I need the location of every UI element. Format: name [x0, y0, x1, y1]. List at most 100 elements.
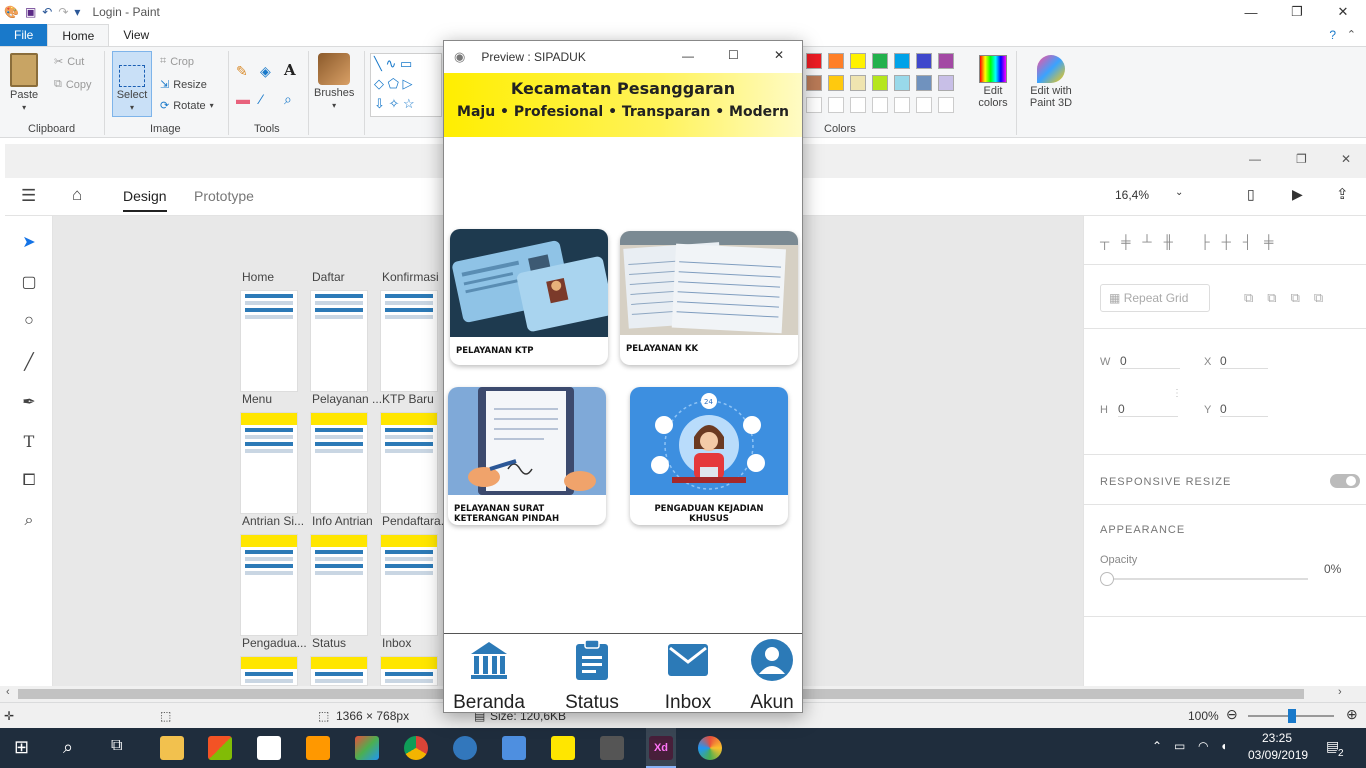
preview-maximize-button[interactable]: ☐ — [728, 48, 739, 62]
empty-color-swatch[interactable] — [806, 97, 822, 113]
artboard-thumbnail[interactable] — [240, 290, 298, 392]
store-icon[interactable] — [208, 736, 232, 760]
close-button[interactable]: ✕ — [1320, 0, 1366, 24]
preview-minimize-button[interactable]: — — [682, 49, 694, 63]
nav-akun[interactable]: Akun — [744, 638, 800, 714]
text-icon[interactable]: A — [284, 61, 296, 79]
artboard-thumbnail[interactable] — [310, 412, 368, 514]
color-swatch[interactable] — [894, 75, 910, 91]
shapes-gallery[interactable]: ╲ ∿ ▭ ◇ ⬠ ▷ ⇩ ✧ ☆ — [370, 53, 442, 117]
tab-design[interactable]: Design — [123, 188, 167, 212]
device-preview-icon[interactable]: ▯ — [1247, 186, 1255, 203]
color-swatch[interactable] — [806, 53, 822, 69]
color-swatch[interactable] — [850, 75, 866, 91]
home-icon[interactable]: ⌂ — [72, 185, 82, 205]
nav-inbox[interactable]: Inbox — [658, 638, 718, 714]
responsive-resize-toggle[interactable] — [1330, 474, 1360, 488]
help-icon[interactable]: ? — [1329, 28, 1336, 42]
artboard-thumbnail[interactable] — [240, 656, 298, 686]
w-input[interactable]: 0 — [1120, 354, 1180, 369]
rotate-button[interactable]: ⟳ Rotate ▾ — [160, 99, 214, 113]
cut-button[interactable]: ✂ Cut — [54, 55, 84, 69]
wifi-icon[interactable]: ◠ — [1198, 739, 1208, 753]
color-swatch[interactable] — [828, 53, 844, 69]
rectangle-tool-icon[interactable]: ▢ — [5, 272, 53, 292]
artboard-thumbnail[interactable] — [380, 656, 438, 686]
play-icon[interactable]: ▶ — [1292, 186, 1303, 203]
color-swatch[interactable] — [916, 53, 932, 69]
artboard-tool-icon[interactable]: ⧠ — [5, 472, 53, 490]
text-tool-icon[interactable]: T — [5, 432, 53, 451]
artboard-label[interactable]: Menu — [242, 392, 272, 406]
artboard-thumbnail[interactable] — [380, 290, 438, 392]
opacity-slider[interactable] — [1100, 572, 1308, 586]
tab-home[interactable]: Home — [47, 24, 110, 46]
edge-icon[interactable] — [453, 736, 477, 760]
tab-prototype[interactable]: Prototype — [194, 188, 254, 204]
mail-icon[interactable] — [257, 736, 281, 760]
artboard-label[interactable]: Antrian Si... — [242, 514, 304, 528]
color-swatch[interactable] — [894, 53, 910, 69]
artboard-thumbnail[interactable] — [310, 534, 368, 636]
redo-icon[interactable]: ↷ — [58, 5, 68, 19]
service-card-kk[interactable]: PELAYANAN KK — [620, 231, 798, 365]
zoom-dropdown-icon[interactable]: ⌄ — [1175, 187, 1183, 198]
boolean-icons[interactable]: ⧉⧉⧉⧉ — [1244, 290, 1337, 306]
task-view-icon[interactable]: ⧉ — [111, 737, 122, 755]
select-tool-icon[interactable]: ➤ — [5, 232, 53, 252]
nav-status[interactable]: Status — [560, 638, 624, 714]
artboard-label[interactable]: KTP Baru — [382, 392, 434, 406]
color-palette[interactable] — [806, 53, 972, 117]
hamburger-icon[interactable]: ☰ — [21, 186, 36, 206]
pen-tool-icon[interactable]: ✒ — [5, 392, 53, 412]
color-swatch[interactable] — [828, 75, 844, 91]
paste-button[interactable]: Paste ▾ — [10, 53, 38, 112]
battery-icon[interactable]: ▭ — [1174, 739, 1185, 753]
share-icon[interactable]: ⇪ — [1336, 185, 1349, 203]
crop-button[interactable]: ⌗ Crop — [160, 55, 194, 68]
xd-close-icon[interactable]: ✕ — [1341, 152, 1351, 166]
artboard-thumbnail[interactable] — [310, 290, 368, 392]
undo-icon[interactable]: ↶ — [42, 5, 52, 19]
preview-close-button[interactable]: ✕ — [774, 48, 784, 62]
zoom-tool-icon[interactable]: ⌕ — [5, 512, 53, 530]
tab-file[interactable]: File — [0, 24, 48, 46]
x-input[interactable]: 0 — [1220, 354, 1268, 369]
service-card-surat-pindah[interactable]: PELAYANAN SURAT KETERANGAN PINDAH — [448, 387, 606, 525]
tab-view[interactable]: View — [109, 24, 163, 46]
git-icon[interactable] — [355, 736, 379, 760]
zoom-level[interactable]: 16,4% — [1115, 188, 1149, 202]
magnifier-icon[interactable]: ⌕ — [284, 91, 292, 108]
search-icon[interactable]: ⌕ — [63, 737, 73, 758]
eraser-icon[interactable]: ▬ — [236, 91, 250, 107]
select-button[interactable]: Select ▾ — [112, 51, 152, 117]
artboard-label[interactable]: Pendaftara... — [382, 514, 451, 528]
y-input[interactable]: 0 — [1220, 402, 1268, 417]
empty-color-swatch[interactable] — [850, 97, 866, 113]
collapse-ribbon-icon[interactable]: ⌃ — [1347, 28, 1356, 41]
artboard-label[interactable]: Pengadua... — [242, 636, 307, 650]
repeat-grid-button[interactable]: ▦ Repeat Grid — [1100, 284, 1210, 312]
pencil-icon[interactable]: ✎ — [236, 63, 248, 80]
volume-icon[interactable]: ◖ — [1220, 739, 1227, 753]
artboard-label[interactable]: Home — [242, 270, 274, 284]
start-icon[interactable]: ⊞ — [14, 737, 29, 758]
artboard-label[interactable]: Konfirmasi — [382, 270, 439, 284]
line-tool-icon[interactable]: ╱ — [5, 352, 53, 372]
clock-date[interactable]: 03/09/2019 — [1248, 748, 1308, 762]
align-icons[interactable]: ┬╪┴╫ ├┼┤╪ — [1100, 234, 1285, 249]
color-swatch[interactable] — [872, 75, 888, 91]
file-explorer-icon[interactable] — [160, 736, 184, 760]
artboard-thumbnail[interactable] — [240, 412, 298, 514]
xd-restore-icon[interactable]: ❐ — [1296, 152, 1307, 166]
service-card-ktp[interactable]: PELAYANAN KTP — [450, 229, 608, 365]
lock-aspect-icon[interactable]: ⋮ — [1172, 388, 1182, 399]
artboard-label[interactable]: Pelayanan ... — [312, 392, 382, 406]
color-picker-icon[interactable]: ⁄ — [260, 91, 262, 107]
artboard-thumbnail[interactable] — [380, 412, 438, 514]
scroll-right-icon[interactable]: › — [1338, 686, 1342, 698]
tray-chevron-icon[interactable]: ⌃ — [1152, 739, 1162, 753]
ellipse-tool-icon[interactable]: ○ — [5, 312, 53, 330]
scroll-left-icon[interactable]: ‹ — [6, 686, 10, 698]
network-app-icon[interactable] — [502, 736, 526, 760]
